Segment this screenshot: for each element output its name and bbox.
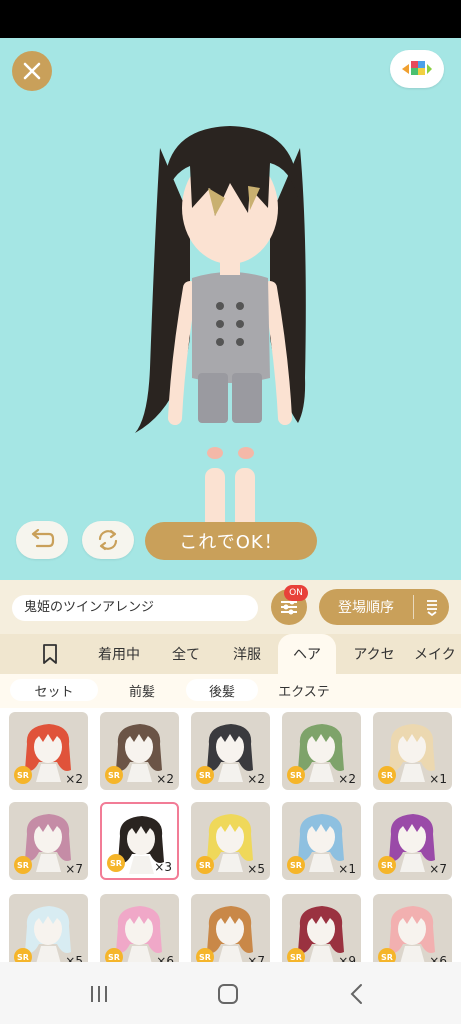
selected-item-name: 鬼姫のツインアレンジ (12, 595, 258, 621)
rarity-badge: SR (196, 948, 214, 962)
item-count: ×9 (338, 954, 356, 962)
reset-button[interactable] (82, 521, 134, 559)
item-count: ×2 (338, 772, 356, 786)
undo-icon (31, 529, 55, 548)
palette-button[interactable] (390, 50, 444, 88)
tab-accessories[interactable]: アクセ (342, 634, 406, 674)
item-count: ×5 (247, 862, 265, 876)
tab-hair[interactable]: ヘア (278, 634, 336, 674)
close-icon (23, 62, 41, 80)
hair-item-card[interactable]: SR ×9 (282, 894, 361, 962)
hair-item-card[interactable]: SR ×5 (9, 894, 88, 962)
sort-order-icon[interactable] (414, 598, 449, 616)
refresh-icon (98, 529, 118, 551)
tab-wearing[interactable]: 着用中 (88, 634, 150, 674)
item-count: ×6 (156, 954, 174, 962)
item-count: ×6 (429, 954, 447, 962)
item-count: ×1 (429, 772, 447, 786)
hair-item-card[interactable]: SR ×2 (9, 712, 88, 790)
item-grid: SR ×2 SR ×2 SR ×2 SR ×2 SR ×1 SR ×7 SR ×3 SR ×5 SR ×1 SR ×7… (0, 708, 461, 962)
confirm-ok-button[interactable]: これでOK！ (145, 522, 317, 560)
subtab-set[interactable]: セット (10, 679, 98, 701)
rarity-badge: SR (107, 854, 125, 872)
filter-on-badge: ON (284, 585, 308, 601)
item-count: ×5 (65, 954, 83, 962)
back-icon (350, 984, 362, 1004)
rarity-badge: SR (287, 948, 305, 962)
rarity-badge: SR (378, 766, 396, 784)
item-count: ×7 (65, 862, 83, 876)
rarity-badge: SR (196, 856, 214, 874)
category-tabs: 着用中 全て 洋服 ヘア アクセ メイク (0, 634, 461, 674)
item-count: ×2 (247, 772, 265, 786)
rarity-badge: SR (378, 856, 396, 874)
hair-item-card[interactable]: SR ×2 (282, 712, 361, 790)
hair-item-card[interactable]: SR ×6 (100, 894, 179, 962)
close-button[interactable] (12, 51, 52, 91)
wardrobe-panel: 鬼姫のツインアレンジ ON 登場順序 着用中 全て 洋服 ヘア アクセ メイク … (0, 580, 461, 962)
undo-button[interactable] (16, 521, 68, 559)
avatar-figure (135, 126, 306, 558)
tab-bookmark[interactable] (30, 634, 70, 674)
bookmark-icon (43, 644, 57, 664)
recent-apps-button[interactable] (84, 980, 114, 1008)
hair-subtabs: セット 前髪 後髪 エクステ (0, 674, 461, 708)
hair-item-card[interactable]: SR ×6 (373, 894, 452, 962)
item-count: ×3 (154, 860, 172, 874)
rarity-badge: SR (14, 766, 32, 784)
hair-item-card[interactable]: SR ×7 (9, 802, 88, 880)
hair-item-card[interactable]: SR ×1 (282, 802, 361, 880)
system-nav-bar (0, 962, 461, 1024)
item-count: ×1 (338, 862, 356, 876)
recent-apps-icon (91, 986, 107, 1002)
rarity-badge: SR (105, 766, 123, 784)
item-count: ×2 (65, 772, 83, 786)
back-button[interactable] (342, 980, 372, 1008)
tab-makeup[interactable]: メイク (414, 634, 461, 674)
item-count: ×7 (247, 954, 265, 962)
subtab-extensions[interactable]: エクステ (264, 679, 344, 701)
hair-item-card[interactable]: SR ×3 (100, 802, 179, 880)
hair-item-card[interactable]: SR ×5 (191, 802, 270, 880)
hair-item-card[interactable]: SR ×2 (100, 712, 179, 790)
subtab-back-hair[interactable]: 後髪 (186, 679, 258, 701)
subtab-bangs[interactable]: 前髪 (104, 679, 180, 701)
rarity-badge: SR (14, 856, 32, 874)
status-bar (0, 0, 461, 38)
hair-item-card[interactable]: SR ×7 (191, 894, 270, 962)
avatar-stage: これでOK！ (0, 38, 461, 580)
rarity-badge: SR (196, 766, 214, 784)
item-count: ×7 (429, 862, 447, 876)
sort-button[interactable]: 登場順序 (319, 589, 449, 625)
rarity-badge: SR (14, 948, 32, 962)
tab-clothes[interactable]: 洋服 (222, 634, 272, 674)
home-icon (218, 984, 238, 1004)
palette-icon (402, 61, 432, 75)
item-count: ×2 (156, 772, 174, 786)
hair-item-card[interactable]: SR ×2 (191, 712, 270, 790)
rarity-badge: SR (105, 948, 123, 962)
rarity-badge: SR (287, 766, 305, 784)
home-button[interactable] (213, 980, 243, 1008)
sort-label: 登場順序 (338, 600, 394, 616)
hair-item-card[interactable]: SR ×1 (373, 712, 452, 790)
rarity-badge: SR (287, 856, 305, 874)
hair-item-card[interactable]: SR ×7 (373, 802, 452, 880)
rarity-badge: SR (378, 948, 396, 962)
tab-all[interactable]: 全て (162, 634, 210, 674)
